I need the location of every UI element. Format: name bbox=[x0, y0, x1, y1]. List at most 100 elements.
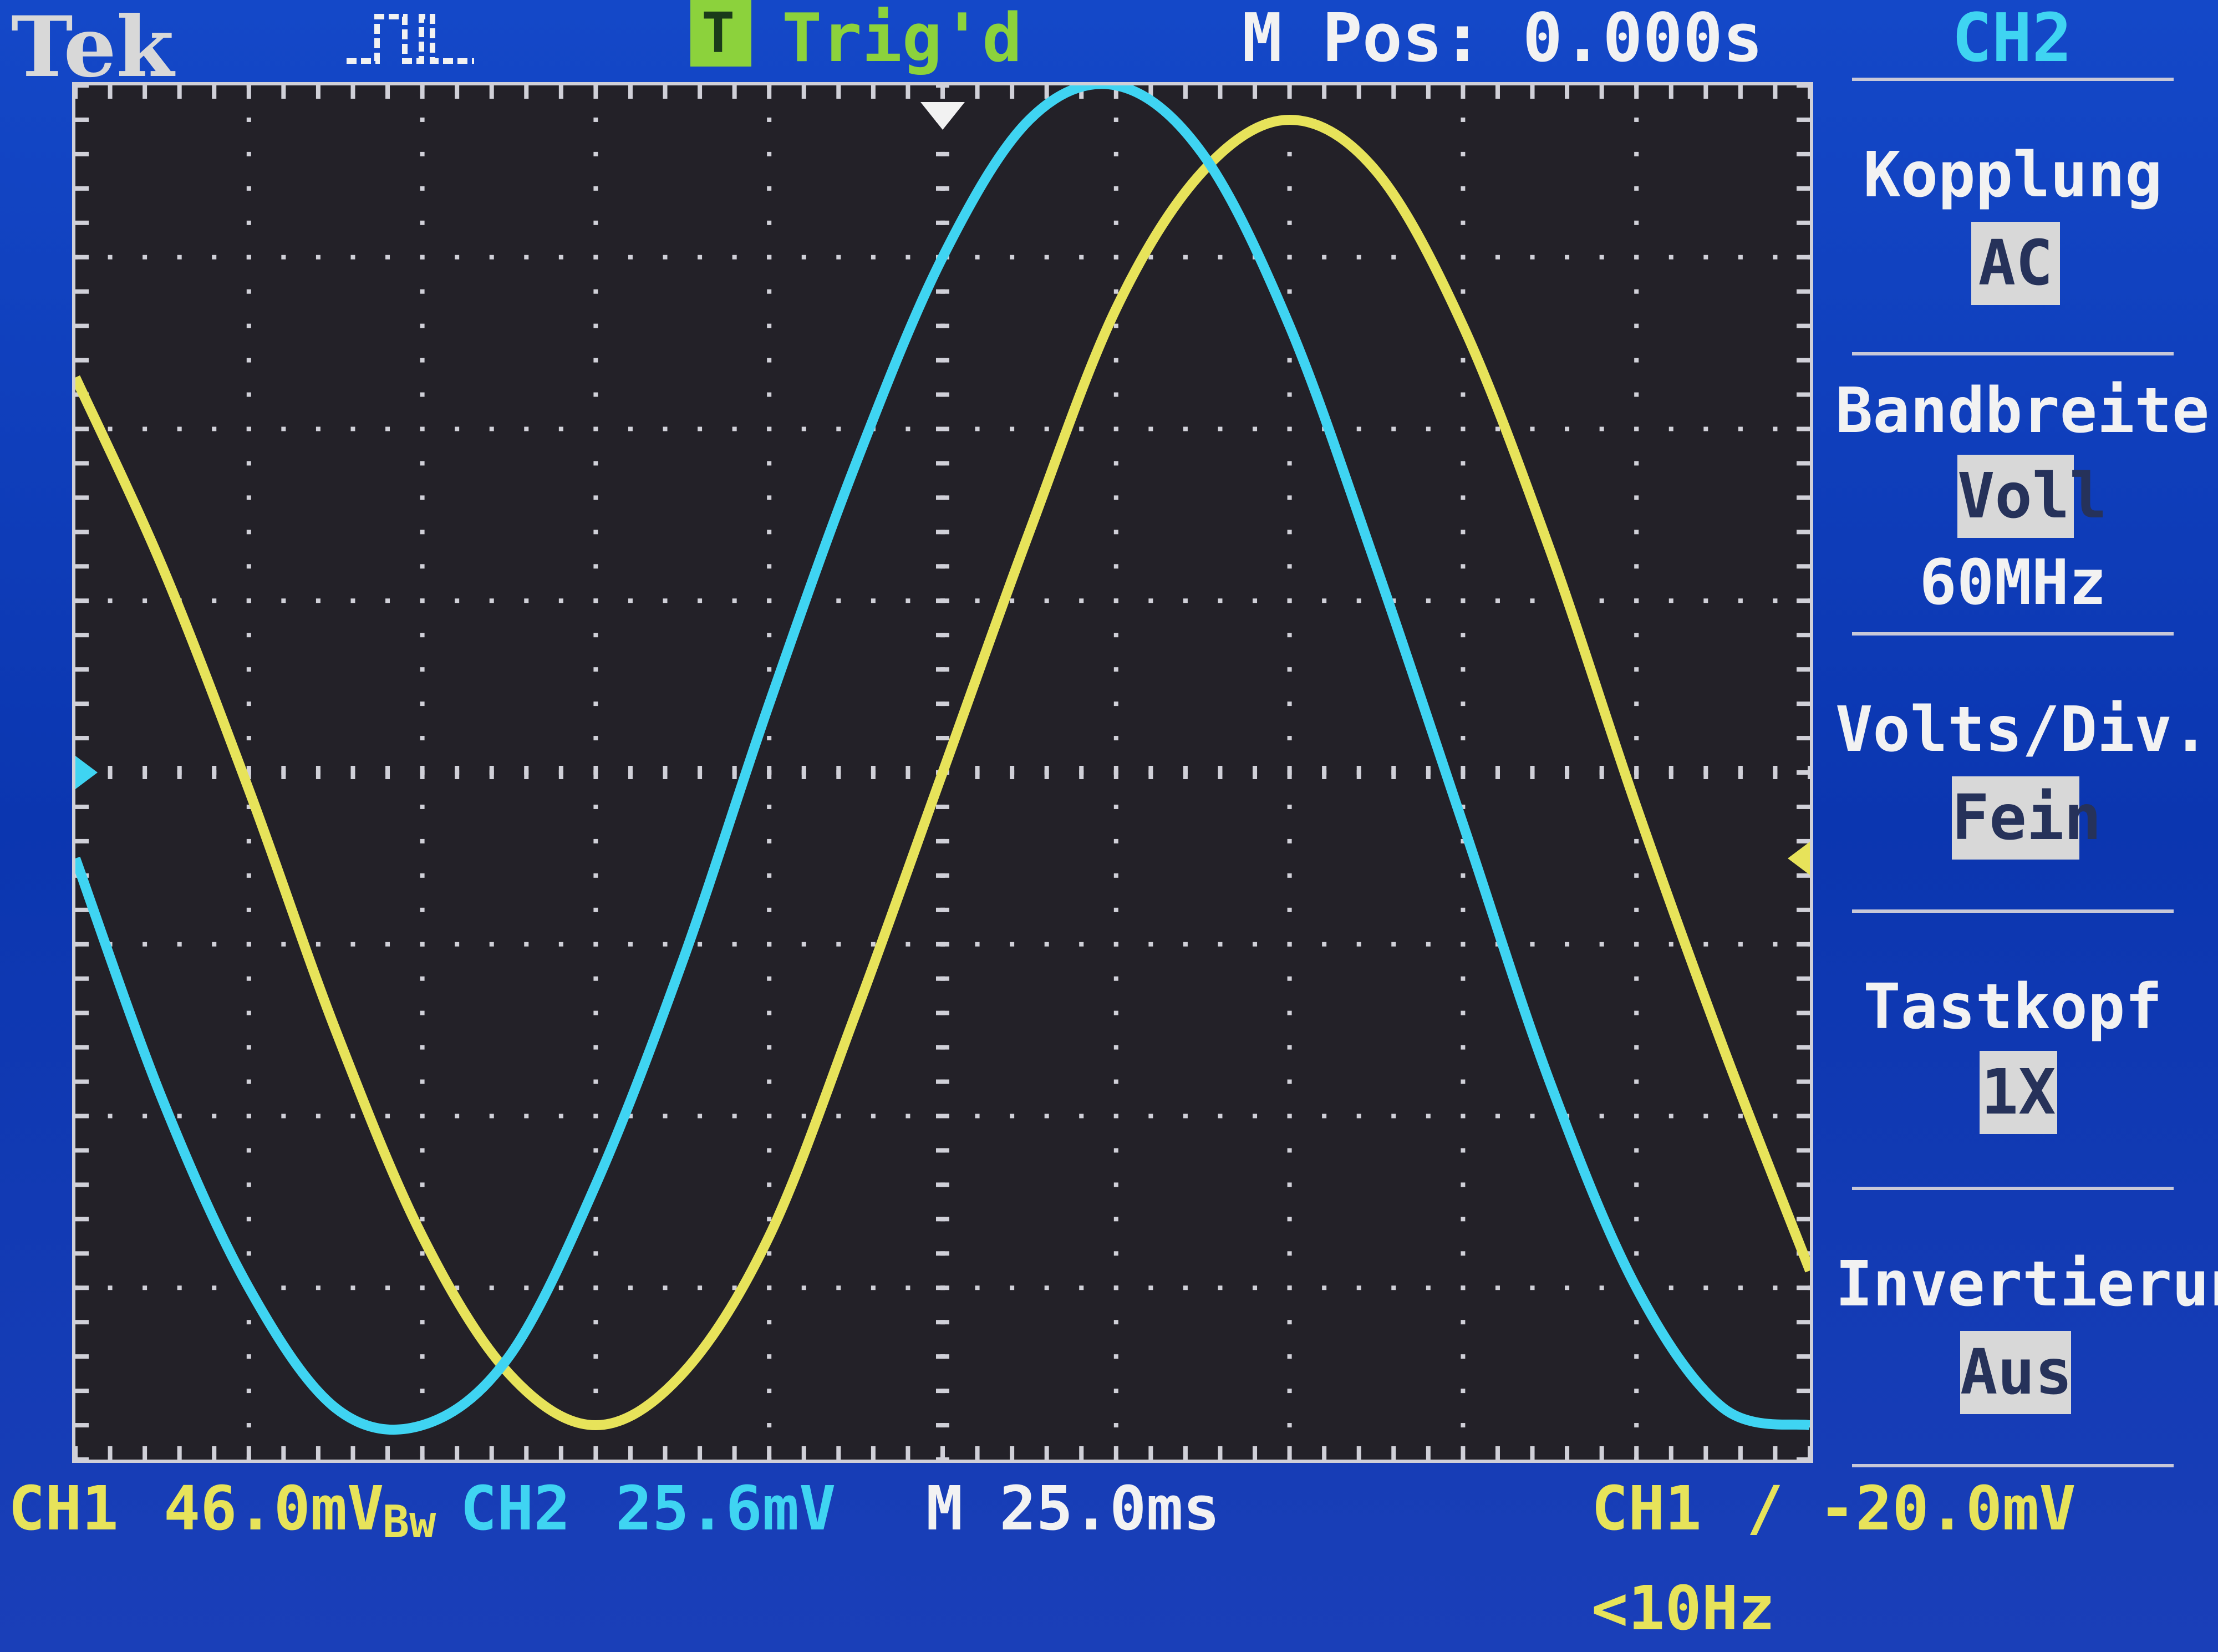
grid-dot bbox=[1634, 1251, 1639, 1256]
edge-tick bbox=[1797, 1114, 1810, 1119]
grid-dot bbox=[905, 1285, 910, 1290]
edge-tick bbox=[1797, 633, 1810, 638]
grid-dot bbox=[767, 1079, 772, 1084]
grid-dot bbox=[1461, 564, 1466, 569]
grid-dot bbox=[1461, 702, 1466, 706]
edge-tick bbox=[75, 633, 89, 638]
grid-dot bbox=[489, 1285, 494, 1290]
grid-dot bbox=[1356, 426, 1361, 431]
ch2-ground-marker[interactable] bbox=[75, 756, 98, 789]
edge-tick bbox=[75, 667, 89, 672]
grid-dot bbox=[246, 117, 251, 122]
grid-dot bbox=[767, 1010, 772, 1015]
grid-dot bbox=[420, 667, 425, 672]
grid-dot bbox=[316, 1114, 321, 1119]
grid-dot bbox=[593, 667, 598, 672]
invert-button[interactable]: Aus bbox=[1960, 1331, 2072, 1414]
grid-dot bbox=[1287, 598, 1292, 603]
grid-dot bbox=[1113, 186, 1118, 191]
edge-tick bbox=[1391, 1446, 1396, 1460]
grid-dot bbox=[420, 598, 425, 603]
grid-dot bbox=[1634, 461, 1639, 466]
grid-dot bbox=[1634, 392, 1639, 397]
bandwidth-button[interactable]: Voll bbox=[1957, 455, 2107, 538]
grid-dot bbox=[1010, 1285, 1015, 1290]
edge-tick bbox=[1079, 1446, 1084, 1460]
grid-dot bbox=[1391, 255, 1396, 260]
volts-div-button[interactable]: Fein bbox=[1952, 776, 2102, 860]
grid-dot bbox=[1634, 1182, 1639, 1187]
grid-dot bbox=[836, 1285, 841, 1290]
grid-dot bbox=[1287, 186, 1292, 191]
grid-dot bbox=[316, 426, 321, 431]
grid-dot bbox=[767, 1148, 772, 1153]
grid-dot bbox=[1634, 1114, 1639, 1119]
grid-dot bbox=[558, 598, 563, 603]
grid-dot bbox=[1565, 255, 1570, 260]
edge-tick bbox=[698, 1446, 703, 1460]
grid-dot bbox=[905, 255, 910, 260]
grid-dot bbox=[801, 255, 806, 260]
grid-dot bbox=[1148, 942, 1153, 947]
grid-dot bbox=[246, 1148, 251, 1153]
grid-dot bbox=[1322, 1114, 1327, 1119]
grid-dot bbox=[1461, 289, 1466, 294]
grid-dot bbox=[1495, 426, 1500, 431]
center-tick bbox=[936, 976, 949, 981]
grid-dot bbox=[1287, 564, 1292, 569]
grid-dot bbox=[1495, 255, 1500, 260]
edge-tick bbox=[1797, 392, 1810, 397]
probe-button[interactable]: 1X bbox=[1980, 1051, 2057, 1134]
grid-dot bbox=[593, 598, 598, 603]
grid-dot bbox=[1634, 289, 1639, 294]
grid-dot bbox=[1113, 530, 1118, 535]
grid-dot bbox=[1634, 220, 1639, 225]
center-tick bbox=[1148, 766, 1153, 779]
grid-dot bbox=[767, 1182, 772, 1187]
trigger-position-marker[interactable] bbox=[920, 102, 965, 130]
edge-tick bbox=[75, 1354, 89, 1359]
grid-dot bbox=[1634, 736, 1639, 741]
center-tick bbox=[489, 766, 494, 779]
grid-dot bbox=[1356, 255, 1361, 260]
edge-tick bbox=[905, 85, 910, 99]
edge-tick bbox=[350, 85, 355, 99]
trigger-frequency: <10Hz bbox=[1591, 1573, 1776, 1644]
grid-dot bbox=[246, 1045, 251, 1050]
grid-dot bbox=[489, 255, 494, 260]
grid-dot bbox=[246, 1010, 251, 1015]
grid-dot bbox=[1668, 1285, 1673, 1290]
grid-dot bbox=[1253, 426, 1258, 431]
grid-dot bbox=[767, 358, 772, 363]
grid-dot bbox=[1113, 598, 1118, 603]
edge-tick bbox=[1797, 976, 1810, 981]
grid-dot bbox=[1322, 942, 1327, 947]
brand-logo: Tek bbox=[11, 0, 174, 96]
grid-dot bbox=[663, 1114, 668, 1119]
center-tick bbox=[558, 766, 563, 779]
coupling-button[interactable]: AC bbox=[1971, 222, 2060, 305]
grid-dot bbox=[1287, 1389, 1292, 1394]
grid-dot bbox=[281, 1285, 286, 1290]
grid-dot bbox=[1668, 255, 1673, 260]
grid-dot bbox=[212, 1285, 217, 1290]
center-tick bbox=[936, 1320, 949, 1325]
center-tick bbox=[1218, 766, 1223, 779]
grid-dot bbox=[246, 942, 251, 947]
grid-dot bbox=[489, 598, 494, 603]
grid-dot bbox=[628, 426, 633, 431]
trigger-level-marker[interactable] bbox=[1788, 841, 1810, 875]
grid-dot bbox=[1113, 1423, 1118, 1428]
edge-tick bbox=[1797, 702, 1810, 706]
grid-dot bbox=[767, 117, 772, 122]
edge-tick bbox=[1183, 85, 1188, 99]
grid-dot bbox=[1322, 255, 1327, 260]
edge-tick bbox=[75, 598, 89, 603]
center-tick bbox=[936, 530, 949, 535]
grid-dot bbox=[1113, 838, 1118, 843]
grid-dot bbox=[1287, 1114, 1292, 1119]
center-tick bbox=[628, 766, 633, 779]
grid-dot bbox=[1079, 255, 1084, 260]
grid-dot bbox=[1773, 255, 1778, 260]
grid-dot bbox=[1113, 1114, 1118, 1119]
